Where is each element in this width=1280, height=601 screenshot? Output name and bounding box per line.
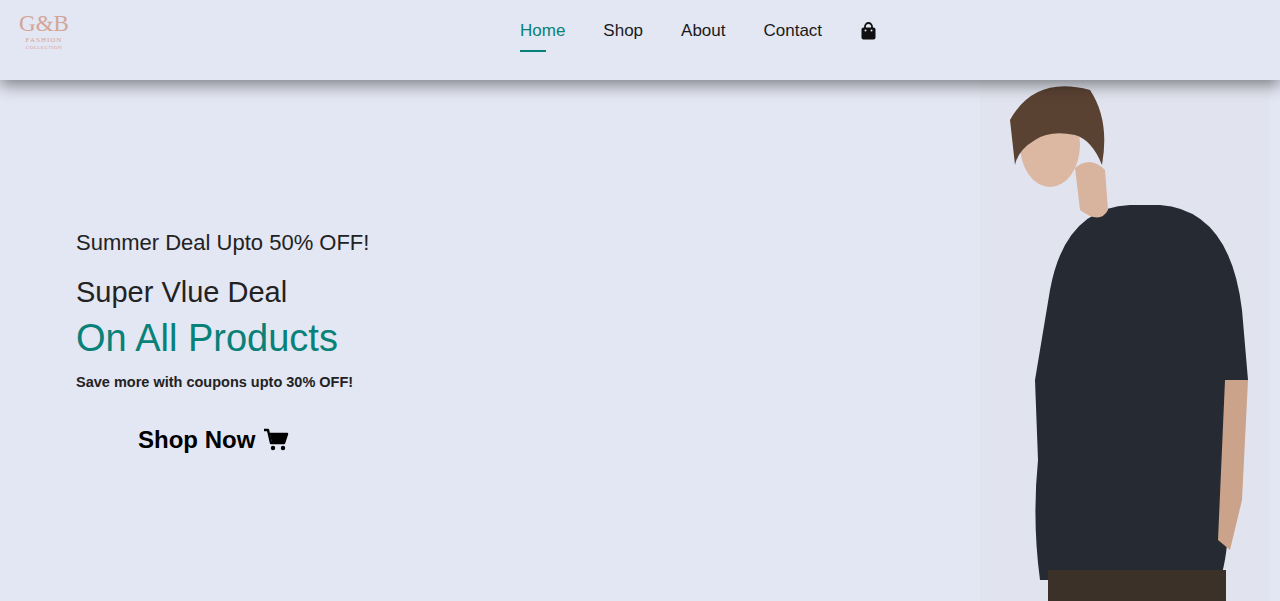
nav-link[interactable]: Shop <box>603 17 643 45</box>
nav-label: About <box>681 21 725 40</box>
nav-label: Home <box>520 21 565 40</box>
nav-label: Shop <box>603 21 643 40</box>
cart-icon <box>263 428 289 452</box>
hero-kicker: Summer Deal Upto 50% OFF! <box>76 230 369 256</box>
hero-title: Super Vlue Deal <box>76 276 369 309</box>
shopping-bag-icon <box>860 22 877 40</box>
logo-line: FASHION <box>26 37 63 44</box>
hero-highlight: On All Products <box>76 317 369 360</box>
header: G&B FASHIONCOLLECTION Home Shop About Contact <box>0 0 1280 80</box>
logo[interactable]: G&B FASHIONCOLLECTION <box>20 12 68 50</box>
nav-link[interactable]: About <box>681 17 725 45</box>
nav-bar: Home Shop About Contact <box>520 17 877 45</box>
logo-mark: G&B <box>19 12 69 35</box>
nav-link[interactable]: Home <box>520 17 565 45</box>
hero-banner: Summer Deal Upto 50% OFF! Super Vlue Deal… <box>0 80 1280 601</box>
bag-button[interactable] <box>860 22 877 40</box>
shop-now-button[interactable]: Shop Now <box>138 420 369 460</box>
logo-line: COLLECTION <box>26 45 62 50</box>
hero-text: Summer Deal Upto 50% OFF! Super Vlue Deal… <box>0 80 369 601</box>
nav-link[interactable]: Contact <box>764 17 823 45</box>
hero-note: Save more with coupons upto 30% OFF! <box>76 374 369 390</box>
model-photo <box>980 80 1270 601</box>
active-underline <box>520 50 546 52</box>
button-label: Shop Now <box>138 426 255 454</box>
nav-label: Contact <box>764 21 823 40</box>
